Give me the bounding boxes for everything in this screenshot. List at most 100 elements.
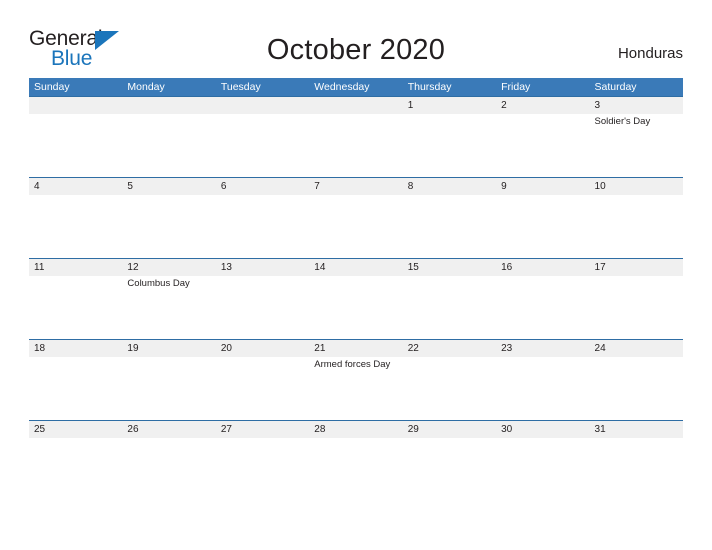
date-number[interactable]: 9 <box>496 178 589 195</box>
day-of-week-header-row: Sunday Monday Tuesday Wednesday Thursday… <box>29 78 683 96</box>
day-events[interactable] <box>590 276 683 338</box>
dow-sunday: Sunday <box>34 81 70 93</box>
calendar-page: General Blue October 2020 Honduras Sunda… <box>0 0 712 550</box>
date-number[interactable]: 8 <box>403 178 496 195</box>
dow-monday: Monday <box>127 81 165 93</box>
day-events[interactable] <box>309 276 402 338</box>
date-number[interactable]: 25 <box>29 421 122 438</box>
week-row: 18 19 20 21 22 23 24 Armed forces Day <box>29 339 683 420</box>
week-event-band <box>29 195 683 257</box>
date-number[interactable]: 18 <box>29 340 122 357</box>
day-events[interactable] <box>29 114 122 176</box>
date-number[interactable]: 11 <box>29 259 122 276</box>
date-number[interactable]: 13 <box>216 259 309 276</box>
week-event-band: Soldier's Day <box>29 114 683 176</box>
date-number[interactable]: 1 <box>403 97 496 114</box>
date-number[interactable]: 29 <box>403 421 496 438</box>
day-events[interactable] <box>496 276 589 338</box>
country-label: Honduras <box>617 45 683 62</box>
day-events[interactable] <box>122 438 215 500</box>
date-number[interactable] <box>309 97 402 114</box>
day-events[interactable] <box>309 114 402 176</box>
dow-thursday: Thursday <box>407 81 452 93</box>
date-number[interactable]: 19 <box>122 340 215 357</box>
date-number[interactable]: 4 <box>29 178 122 195</box>
day-events[interactable] <box>496 195 589 257</box>
day-events[interactable] <box>216 114 309 176</box>
date-number[interactable]: 22 <box>403 340 496 357</box>
day-events[interactable] <box>216 438 309 500</box>
event-label: Columbus Day <box>127 278 190 289</box>
dow-wednesday: Wednesday <box>314 81 370 93</box>
calendar-grid: Sunday Monday Tuesday Wednesday Thursday… <box>29 78 683 501</box>
week-event-band: Columbus Day <box>29 276 683 338</box>
date-number[interactable]: 12 <box>122 259 215 276</box>
day-events[interactable] <box>216 276 309 338</box>
date-number[interactable]: 15 <box>403 259 496 276</box>
date-number[interactable]: 27 <box>216 421 309 438</box>
day-events[interactable]: Armed forces Day <box>309 357 402 419</box>
dow-friday: Friday <box>501 81 531 93</box>
day-events[interactable] <box>403 438 496 500</box>
week-event-band: Armed forces Day <box>29 357 683 419</box>
day-events[interactable]: Soldier's Day <box>590 114 683 176</box>
event-label: Armed forces Day <box>314 359 391 370</box>
date-number[interactable]: 31 <box>590 421 683 438</box>
dow-saturday: Saturday <box>594 81 637 93</box>
page-title: October 2020 <box>266 34 446 66</box>
day-events[interactable] <box>122 357 215 419</box>
day-events[interactable] <box>122 195 215 257</box>
date-number[interactable]: 26 <box>122 421 215 438</box>
day-events[interactable] <box>590 357 683 419</box>
week-date-band: 1 2 3 <box>29 96 683 114</box>
week-event-band <box>29 438 683 500</box>
date-number[interactable]: 10 <box>590 178 683 195</box>
week-date-band: 18 19 20 21 22 23 24 <box>29 339 683 357</box>
week-row: 11 12 13 14 15 16 17 Columbus Day <box>29 258 683 339</box>
page-header: General Blue October 2020 Honduras <box>0 0 712 78</box>
day-events[interactable] <box>29 438 122 500</box>
date-number[interactable]: 6 <box>216 178 309 195</box>
day-events[interactable] <box>29 195 122 257</box>
day-events[interactable] <box>590 438 683 500</box>
day-events[interactable] <box>29 276 122 338</box>
day-events[interactable]: Columbus Day <box>122 276 215 338</box>
date-number[interactable]: 21 <box>309 340 402 357</box>
date-number[interactable] <box>216 97 309 114</box>
date-number[interactable]: 5 <box>122 178 215 195</box>
day-events[interactable] <box>496 357 589 419</box>
day-events[interactable] <box>122 114 215 176</box>
day-events[interactable] <box>403 114 496 176</box>
day-events[interactable] <box>403 357 496 419</box>
date-number[interactable]: 3 <box>590 97 683 114</box>
day-events[interactable] <box>309 438 402 500</box>
week-date-band: 11 12 13 14 15 16 17 <box>29 258 683 276</box>
day-events[interactable] <box>216 195 309 257</box>
date-number[interactable]: 14 <box>309 259 402 276</box>
day-events[interactable] <box>403 195 496 257</box>
day-events[interactable] <box>590 195 683 257</box>
week-date-band: 25 26 27 28 29 30 31 <box>29 420 683 438</box>
day-events[interactable] <box>216 357 309 419</box>
day-events[interactable] <box>29 357 122 419</box>
date-number[interactable]: 2 <box>496 97 589 114</box>
date-number[interactable]: 30 <box>496 421 589 438</box>
dow-tuesday: Tuesday <box>220 81 261 93</box>
date-number[interactable]: 28 <box>309 421 402 438</box>
day-events[interactable] <box>496 114 589 176</box>
day-events[interactable] <box>496 438 589 500</box>
date-number[interactable]: 16 <box>496 259 589 276</box>
week-row: 1 2 3 Soldier's Day <box>29 96 683 177</box>
week-date-band: 4 5 6 7 8 9 10 <box>29 177 683 195</box>
date-number[interactable]: 23 <box>496 340 589 357</box>
date-number[interactable] <box>122 97 215 114</box>
date-number[interactable] <box>29 97 122 114</box>
event-label: Soldier's Day <box>594 116 651 127</box>
date-number[interactable]: 20 <box>216 340 309 357</box>
day-events[interactable] <box>309 195 402 257</box>
date-number[interactable]: 7 <box>309 178 402 195</box>
date-number[interactable]: 17 <box>590 259 683 276</box>
day-events[interactable] <box>403 276 496 338</box>
week-row: 4 5 6 7 8 9 10 <box>29 177 683 258</box>
date-number[interactable]: 24 <box>590 340 683 357</box>
